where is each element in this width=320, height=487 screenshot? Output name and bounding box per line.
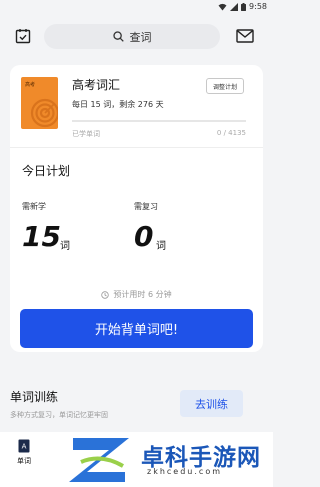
battery-icon xyxy=(241,2,247,11)
estimated-time-text: 预计用时 6 分钟 xyxy=(113,290,172,299)
calendar-check-icon[interactable] xyxy=(15,28,31,44)
svg-text:A: A xyxy=(22,443,27,451)
review-words-count: 0 xyxy=(134,220,154,253)
status-icons: 9:58 xyxy=(218,2,267,11)
nav-tab-words-label: 单词 xyxy=(17,457,31,465)
training-title: 单词训练 xyxy=(10,390,59,404)
status-time: 9:58 xyxy=(249,2,267,11)
learned-count: 0 / 4135 xyxy=(216,129,246,137)
book-title: 高考词汇 xyxy=(72,78,121,92)
training-subtitle: 多种方式复习，单词记忆更牢固 xyxy=(10,411,108,419)
training-card: 单词训练 多种方式复习，单词记忆更牢固 去训练 xyxy=(10,376,263,434)
search-label: 查词 xyxy=(129,30,152,44)
search-icon xyxy=(112,31,124,42)
watermark-url: zkhcedu.com xyxy=(147,467,222,476)
wifi-icon xyxy=(218,3,227,10)
book-schedule: 每日 15 词，剩余 276 天 xyxy=(72,100,164,109)
mail-icon[interactable] xyxy=(236,29,254,43)
new-words-count: 15 xyxy=(22,220,61,253)
nav-tab-words[interactable]: A 单词 xyxy=(12,439,36,473)
new-words-unit: 词 xyxy=(60,241,70,252)
go-training-button[interactable]: 去训练 xyxy=(180,390,243,417)
new-words-label: 需新学 xyxy=(22,202,46,211)
start-learning-button[interactable]: 开始背单词吧! xyxy=(20,309,253,348)
target-icon xyxy=(30,98,58,128)
book-cover[interactable]: 高考 xyxy=(21,77,58,129)
watermark-logo-icon xyxy=(69,438,129,482)
clock-icon xyxy=(101,290,110,299)
top-bar: 查词 xyxy=(0,18,273,54)
review-words-label: 需复习 xyxy=(134,202,158,211)
watermark: 卓科手游网 zkhcedu.com xyxy=(65,436,270,486)
learned-progress-bar xyxy=(72,120,246,122)
status-bar: 9:58 xyxy=(0,0,273,14)
words-book-icon: A xyxy=(18,439,30,453)
adjust-plan-button[interactable]: 调整计划 xyxy=(206,78,244,94)
signal-icon xyxy=(230,2,239,11)
search-bar[interactable]: 查词 xyxy=(44,24,220,49)
learned-label: 已学单词 xyxy=(72,130,100,138)
estimated-time: 预计用时 6 分钟 xyxy=(10,289,263,300)
today-plan-heading: 今日计划 xyxy=(22,164,71,178)
divider xyxy=(10,147,263,148)
plan-card: 高考 高考词汇 每日 15 词，剩余 276 天 调整计划 已学单词 0 / 4… xyxy=(10,65,263,352)
review-words-unit: 词 xyxy=(156,241,166,252)
